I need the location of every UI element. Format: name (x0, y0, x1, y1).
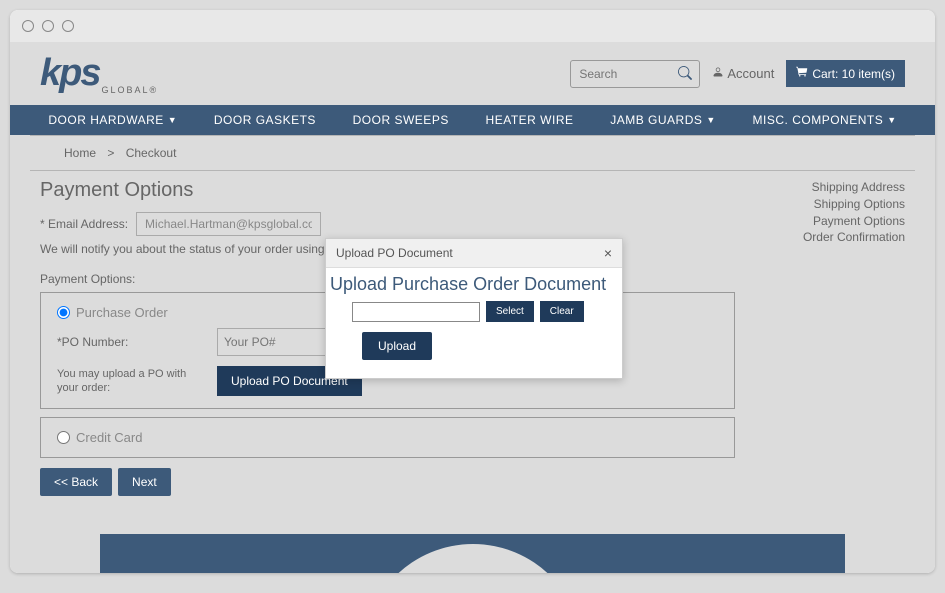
purchase-order-radio[interactable] (57, 306, 70, 319)
logo[interactable]: kps GLOBAL® (40, 52, 158, 95)
upload-po-label: You may upload a PO with your order: (57, 367, 197, 396)
window-dot (62, 20, 74, 32)
search-box (570, 60, 700, 88)
breadcrumb-current: Checkout (126, 146, 177, 160)
page-title: Payment Options (40, 179, 735, 202)
cart-icon (796, 66, 808, 81)
footer-decoration (363, 544, 583, 573)
account-link[interactable]: Account (712, 66, 774, 81)
email-label: * Email Address: (40, 217, 128, 231)
step-shipping-options[interactable]: Shipping Options (755, 196, 905, 213)
nav-misc-components[interactable]: MISC. COMPONENTS▼ (753, 113, 897, 127)
chevron-down-icon: ▼ (887, 115, 896, 125)
close-icon[interactable]: × (604, 245, 612, 261)
search-icon[interactable] (678, 66, 692, 83)
modal-header-title: Upload PO Document (336, 246, 453, 260)
credit-card-label: Credit Card (76, 430, 142, 445)
footer: About Us Privacy Policy (100, 534, 845, 573)
step-payment-options[interactable]: Payment Options (755, 213, 905, 230)
chevron-down-icon: ▼ (706, 115, 715, 125)
step-shipping-address[interactable]: Shipping Address (755, 179, 905, 196)
checkout-steps: Shipping Address Shipping Options Paymen… (755, 179, 905, 496)
credit-card-option: Credit Card (40, 417, 735, 458)
main-nav: DOOR HARDWARE▼ DOOR GASKETS DOOR SWEEPS … (10, 105, 935, 135)
account-label: Account (727, 66, 774, 81)
chevron-down-icon: ▼ (168, 115, 177, 125)
select-file-button[interactable]: Select (486, 301, 534, 322)
credit-card-radio[interactable] (57, 431, 70, 444)
window-dot (42, 20, 54, 32)
credit-card-radio-row[interactable]: Credit Card (57, 430, 718, 445)
po-number-label: *PO Number: (57, 335, 197, 349)
breadcrumb: Home > Checkout (30, 135, 915, 171)
clear-file-button[interactable]: Clear (540, 301, 584, 322)
breadcrumb-sep: > (107, 146, 114, 160)
step-order-confirmation[interactable]: Order Confirmation (755, 229, 905, 246)
cart-button[interactable]: Cart: 10 item(s) (786, 60, 905, 87)
browser-chrome-bar (10, 10, 935, 42)
nav-door-gaskets[interactable]: DOOR GASKETS (214, 113, 316, 127)
file-path-input[interactable] (352, 302, 480, 322)
logo-subtitle: GLOBAL® (101, 85, 158, 95)
cart-label: Cart: 10 item(s) (812, 67, 895, 81)
nav-door-hardware[interactable]: DOOR HARDWARE▼ (48, 113, 177, 127)
back-button[interactable]: << Back (40, 468, 112, 496)
nav-heater-wire[interactable]: HEATER WIRE (486, 113, 574, 127)
purchase-order-label: Purchase Order (76, 305, 168, 320)
logo-text: kps (40, 52, 99, 95)
email-field[interactable] (136, 212, 321, 236)
user-icon (712, 66, 724, 81)
window-dot (22, 20, 34, 32)
modal-title: Upload Purchase Order Document (328, 274, 620, 295)
upload-button[interactable]: Upload (362, 332, 432, 360)
upload-po-modal: Upload PO Document × Upload Purchase Ord… (325, 238, 623, 379)
next-button[interactable]: Next (118, 468, 171, 496)
breadcrumb-home[interactable]: Home (64, 146, 96, 160)
nav-door-sweeps[interactable]: DOOR SWEEPS (353, 113, 449, 127)
nav-jamb-guards[interactable]: JAMB GUARDS▼ (610, 113, 716, 127)
